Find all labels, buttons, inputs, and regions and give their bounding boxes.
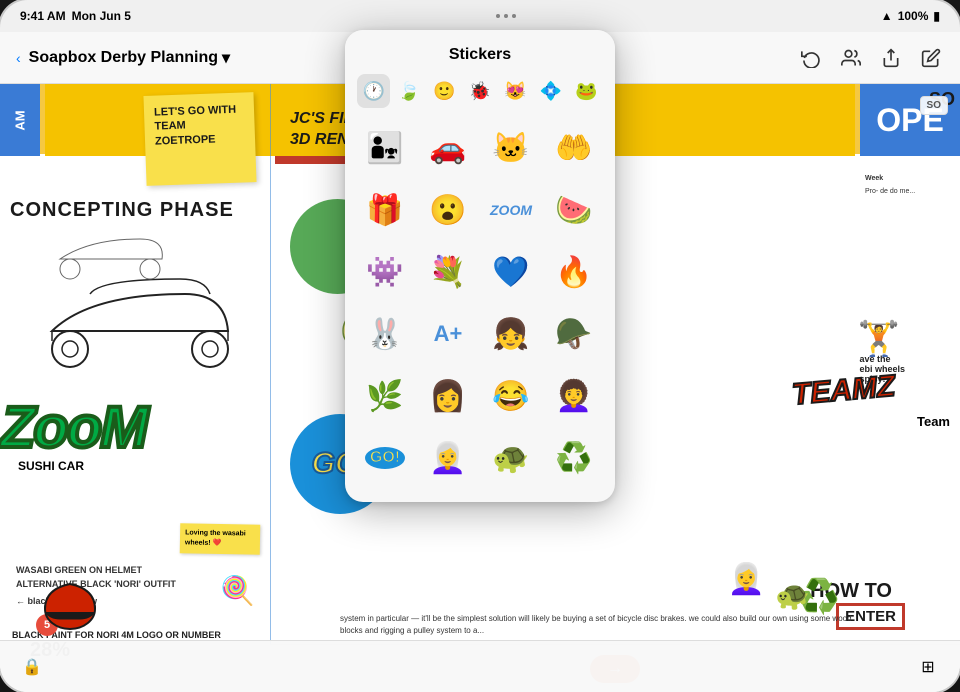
stickers-panel[interactable]: Stickers 🕐 🍃 🙂 🐞 😻 💠 🐸 👨‍👧 🚗 🐱 🤲 🎁 😮 ZOO… [345, 30, 615, 502]
phase-label-text: CONCEPTING PHASE [10, 199, 234, 221]
phase-label: CONCEPTING PHASE [10, 199, 234, 222]
sticker-tab-cat[interactable]: 😻 [499, 74, 532, 108]
lock-icon[interactable]: 🔒 [20, 655, 44, 679]
sticker-cat[interactable]: 🐱 [483, 120, 539, 176]
sticker-monster[interactable]: 👾 [357, 244, 413, 300]
title-text: Soapbox Derby Planning [29, 49, 218, 67]
bottom-bar: 🔒 ⊞ [0, 640, 960, 692]
small-sticky-loving[interactable]: Loving the wasabi wheels! ❤️ [180, 523, 261, 554]
body-text-area: system in particular — it'll be the simp… [340, 613, 860, 637]
sticker-woman2[interactable]: 👩‍🦱 [546, 368, 602, 424]
document-title[interactable]: Soapbox Derby Planning ▾ [29, 48, 230, 68]
right-panel-text: Week Pro- de do me... [865, 174, 955, 197]
back-button[interactable]: ‹ [16, 50, 21, 66]
people-button[interactable] [838, 45, 864, 71]
sticker-person1[interactable]: 👧 [483, 306, 539, 362]
sticker-heart[interactable]: 💙 [483, 244, 539, 300]
title-chevron: ▾ [222, 48, 230, 68]
sticker-aplus[interactable]: A+ [420, 306, 476, 362]
sticker-tab-emoji[interactable]: 🙂 [428, 74, 461, 108]
sticker-go[interactable]: GO! [357, 430, 413, 486]
toolbar-left: ‹ Soapbox Derby Planning ▾ [16, 48, 325, 68]
teamz-label: TEAMZ [790, 370, 896, 412]
canvas-divider [270, 84, 271, 692]
battery-icon: ▮ [933, 9, 940, 23]
sticker-tab-gem[interactable]: 💠 [534, 74, 567, 108]
team-label-right: Team [917, 414, 950, 429]
sticker-woman[interactable]: 👩 [420, 368, 476, 424]
time-display: 9:41 AM [20, 9, 66, 23]
edit-pen-button[interactable] [918, 45, 944, 71]
stickers-panel-title: Stickers [345, 30, 615, 74]
so-tag: SO [920, 96, 948, 115]
status-left: 9:41 AM Mon Jun 5 [20, 9, 131, 23]
grid-icon[interactable]: ⊞ [916, 655, 940, 679]
back-chevron: ‹ [16, 50, 21, 66]
sticker-bunny[interactable]: 🐰 [357, 306, 413, 362]
sticky-note-team[interactable]: LET'S GO WITH TEAM ZOETROPE [143, 92, 256, 186]
status-bar: 9:41 AM Mon Jun 5 ▲ 100% ▮ [0, 0, 960, 32]
bottom-right-tools: ⊞ [916, 655, 940, 679]
car-sketch-area [10, 229, 260, 389]
date-display: Mon Jun 5 [72, 9, 131, 23]
turtle-emoji: 🐢 [775, 579, 810, 612]
teamz-sticker: TEAMZ [790, 370, 896, 413]
share-button[interactable] [878, 45, 904, 71]
woman-sticker: 👩‍🦳 [728, 562, 765, 597]
sticker-car[interactable]: 🚗 [420, 120, 476, 176]
sticker-tab-leaf[interactable]: 🍃 [392, 74, 425, 108]
sticker-hands[interactable]: 🤲 [546, 120, 602, 176]
ipad-frame: 9:41 AM Mon Jun 5 ▲ 100% ▮ ‹ Soapbox Der… [0, 0, 960, 692]
sticker-fire-car[interactable]: 🔥 [546, 244, 602, 300]
sticker-tab-ladybug[interactable]: 🐞 [463, 74, 496, 108]
zoom-label: ZooM [0, 395, 147, 460]
bottom-left-tools: 🔒 [20, 655, 44, 679]
sticker-turtle[interactable]: 🐢 [483, 430, 539, 486]
loving-text: Loving the wasabi wheels! ❤️ [185, 529, 246, 546]
sticker-laughing[interactable]: 😂 [483, 368, 539, 424]
sushi-car-text: SUSHI CAR [18, 459, 84, 473]
sushi-car-label: SUSHI CAR [18, 459, 84, 473]
window-dots [496, 14, 516, 18]
sticker-recycle[interactable]: ♻️ [546, 430, 602, 486]
week-label: Week [865, 174, 955, 184]
team-left-text: AM [13, 110, 28, 130]
battery-display: 100% [898, 9, 929, 23]
stickers-grid: 👨‍👧 🚗 🐱 🤲 🎁 😮 ZOOM 🍉 👾 💐 💙 🔥 🐰 A+ 👧 🪖 🌿 … [345, 116, 615, 490]
team-left-banner: AM [0, 84, 40, 156]
sticker-tab-recent[interactable]: 🕐 [357, 74, 390, 108]
helmet-area [40, 574, 100, 634]
zoom-text: ZooM [0, 394, 147, 461]
sticker-leaf[interactable]: 🌿 [357, 368, 413, 424]
sticker-tab-frog[interactable]: 🐸 [570, 74, 603, 108]
right-panel-body: Pro- de do me... [865, 187, 955, 197]
sticky-note-text: LET'S GO WITH TEAM ZOETROPE [154, 104, 236, 147]
sticker-helmet[interactable]: 🪖 [546, 306, 602, 362]
toolbar-right [635, 45, 944, 71]
sticker-watermelon[interactable]: 🍉 [546, 182, 602, 238]
lollipop-decoration: 🍭 [220, 574, 255, 607]
sticker-zoom[interactable]: ZOOM [483, 182, 539, 238]
dumbbell-emoji: 🏋️ [858, 319, 900, 359]
sticker-woman-hijab[interactable]: 👩‍🦳 [420, 430, 476, 486]
sticker-flowers[interactable]: 💐 [420, 244, 476, 300]
sticker-family[interactable]: 👨‍👧 [357, 120, 413, 176]
status-right: ▲ 100% ▮ [881, 9, 940, 23]
wifi-icon: ▲ [881, 9, 893, 23]
sticker-surprised[interactable]: 😮 [420, 182, 476, 238]
stickers-tabs: 🕐 🍃 🙂 🐞 😻 💠 🐸 [345, 74, 615, 116]
undo-button[interactable] [798, 45, 824, 71]
sticker-gift[interactable]: 🎁 [357, 182, 413, 238]
